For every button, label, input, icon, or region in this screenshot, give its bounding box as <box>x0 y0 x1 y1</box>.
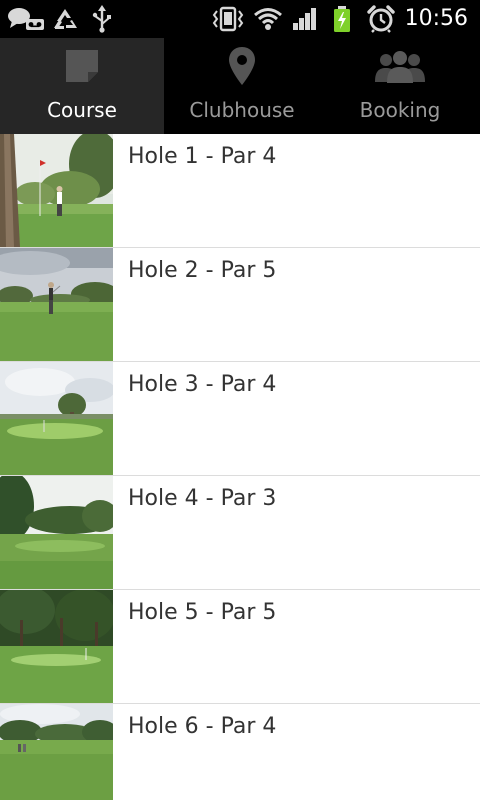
tab-booking[interactable]: Booking <box>320 38 480 134</box>
usb-icon <box>90 0 114 38</box>
battery-charging-icon <box>330 0 354 38</box>
tab-course[interactable]: Course <box>0 38 164 134</box>
signal-icon <box>290 0 320 38</box>
status-time: 10:56 <box>404 6 468 31</box>
wifi-icon <box>252 0 284 38</box>
square-course-icon <box>56 46 108 86</box>
hole-1-photo <box>0 134 113 247</box>
hole-6-photo <box>0 704 113 800</box>
list-item-hole-2[interactable]: Hole 2 - Par 5 <box>0 248 480 362</box>
list-item-hole-5[interactable]: Hole 5 - Par 5 <box>0 590 480 704</box>
hole-5-title: Hole 5 - Par 5 <box>128 600 277 625</box>
list-item-hole-4[interactable]: Hole 4 - Par 3 <box>0 476 480 590</box>
status-bar: 10:56 <box>0 0 480 38</box>
tab-clubhouse-label: Clubhouse <box>189 98 295 122</box>
hole-1-title: Hole 1 - Par 4 <box>128 144 277 169</box>
hole-2-photo <box>0 248 113 361</box>
app-screen: 10:56 Course Clubhouse Booking Hole 1 - … <box>0 0 480 800</box>
people-icon <box>374 46 426 86</box>
hole-2-title: Hole 2 - Par 5 <box>128 258 277 283</box>
hole-3-photo <box>0 362 113 475</box>
hole-5-photo <box>0 590 113 703</box>
hole-list: Hole 1 - Par 4 Hole 2 - Par 5 Hole 3 - P… <box>0 134 480 800</box>
tab-booking-label: Booking <box>359 98 441 122</box>
hole-4-photo <box>0 476 113 589</box>
hole-6-title: Hole 6 - Par 4 <box>128 714 277 739</box>
hole-3-title: Hole 3 - Par 4 <box>128 372 277 397</box>
tab-bar: Course Clubhouse Booking <box>0 38 480 134</box>
map-pin-icon <box>216 46 268 86</box>
hole-4-title: Hole 4 - Par 3 <box>128 486 277 511</box>
tab-course-label: Course <box>47 98 117 122</box>
list-item-hole-3[interactable]: Hole 3 - Par 4 <box>0 362 480 476</box>
list-item-hole-1[interactable]: Hole 1 - Par 4 <box>0 134 480 248</box>
tab-clubhouse[interactable]: Clubhouse <box>164 38 320 134</box>
chat-voicemail-icon <box>6 0 46 38</box>
vibrate-icon <box>210 0 246 38</box>
list-item-hole-6[interactable]: Hole 6 - Par 4 <box>0 704 480 800</box>
recycle-icon <box>50 0 80 38</box>
alarm-icon <box>366 0 396 38</box>
